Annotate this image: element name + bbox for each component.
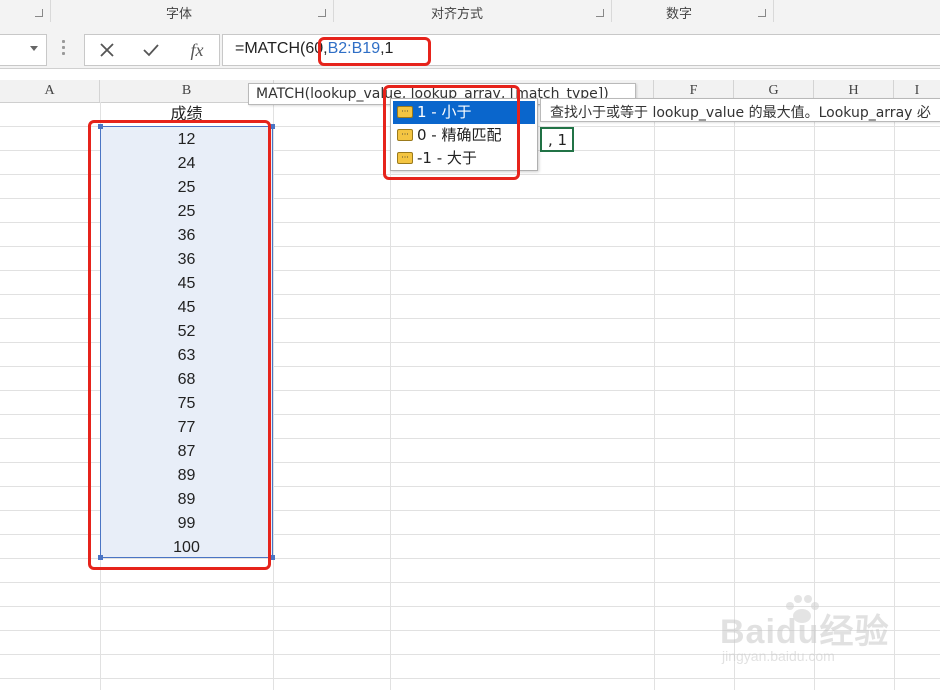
- grid-vline: [390, 102, 391, 690]
- drag-handle-icon[interactable]: [62, 40, 65, 56]
- formula-buttons: fx: [84, 34, 220, 66]
- formula-bar: fx =MATCH(60,B2:B19,1: [0, 24, 940, 69]
- annotation-box-range: [88, 120, 271, 570]
- alignment-dialog-launcher-icon[interactable]: [596, 9, 604, 17]
- x-icon: [100, 43, 114, 57]
- active-cell-text: , 1: [548, 131, 568, 149]
- description-text: 查找小于或等于 lookup_value 的最大值。Lookup_array 必: [550, 105, 931, 121]
- grid-vline: [273, 102, 274, 690]
- number-dialog-launcher-icon[interactable]: [758, 9, 766, 17]
- group-label-number: 数字: [666, 7, 693, 22]
- group-divider: [333, 0, 334, 22]
- group-label-alignment: 对齐方式: [431, 7, 484, 22]
- annotation-box-autocomplete: [383, 85, 520, 180]
- annotation-box-formula-args: [318, 37, 431, 66]
- formula-prefix: =MATCH(60,: [235, 40, 328, 57]
- grid-hline: [0, 582, 940, 583]
- baidu-jingyan-watermark: Baidu经验 jingyan.baidu.com: [716, 595, 916, 676]
- watermark-url: jingyan.baidu.com: [722, 648, 835, 664]
- chevron-down-icon[interactable]: [30, 46, 38, 51]
- name-box[interactable]: [0, 34, 47, 66]
- watermark-text: Baidu经验: [720, 613, 890, 651]
- grid-hline: [0, 678, 940, 679]
- column-header-a[interactable]: A: [0, 80, 100, 102]
- ribbon-group-strip: 字体 对齐方式 数字: [0, 0, 940, 25]
- insert-function-button[interactable]: fx: [177, 35, 217, 65]
- check-icon: [143, 44, 159, 57]
- group-divider: [611, 0, 612, 22]
- grid-vline: [654, 102, 655, 690]
- dialog-launcher-icon[interactable]: [35, 9, 43, 17]
- enter-button[interactable]: [131, 35, 171, 65]
- group-divider: [773, 0, 774, 22]
- sheet-top-gap: [0, 69, 940, 80]
- group-divider: [50, 0, 51, 22]
- group-label-font: 字体: [166, 7, 193, 22]
- font-dialog-launcher-icon[interactable]: [318, 9, 326, 17]
- match-type-description-tooltip: 查找小于或等于 lookup_value 的最大值。Lookup_array 必: [540, 98, 940, 122]
- active-cell-editor[interactable]: , 1: [540, 127, 574, 152]
- cancel-button[interactable]: [87, 35, 127, 65]
